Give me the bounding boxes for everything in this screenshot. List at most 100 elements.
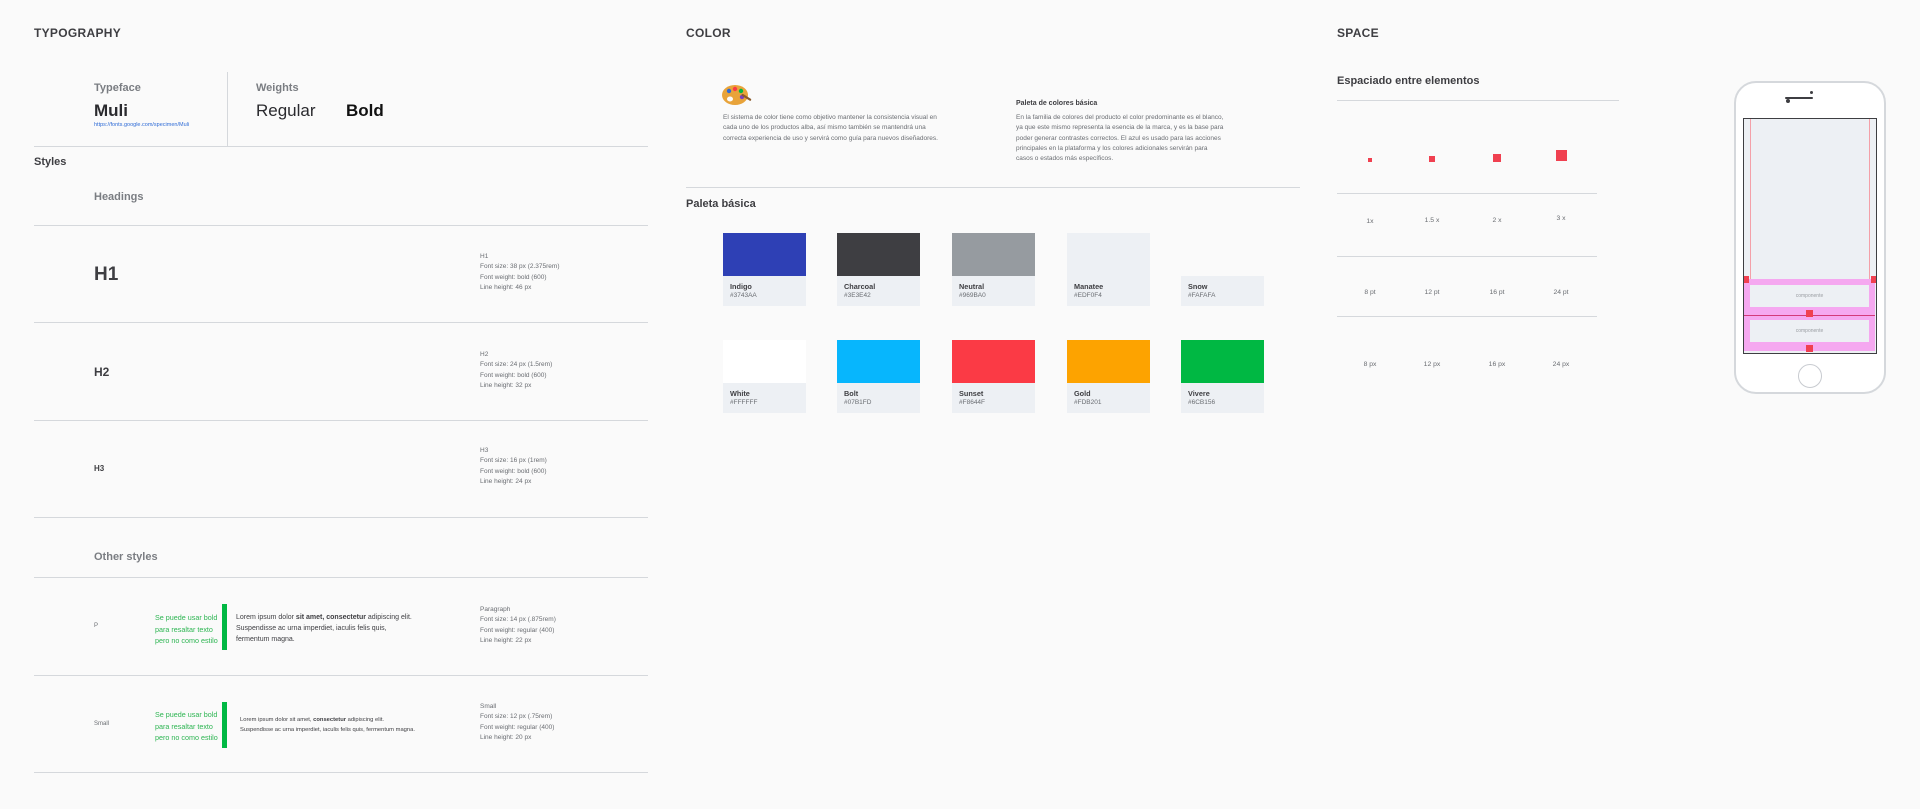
color-swatch-neutral: Neutral #969BA0 [952, 233, 1035, 306]
color-swatch-gold: Gold #FDB201 [1067, 340, 1150, 413]
paragraph-sample: Lorem ipsum dolor sit amet, consectetur … [236, 612, 436, 645]
lorem-text: Lorem ipsum dolor [236, 614, 296, 621]
swatch-name: Vivere [1188, 389, 1210, 398]
space-square-1.5x [1429, 156, 1435, 162]
h1-sample: H1 [94, 264, 119, 285]
color-swatch-charcoal: Charcoal #3E3E42 [837, 233, 920, 306]
weight-regular: Regular [256, 101, 316, 120]
multiplier-label: 3 x [1556, 215, 1566, 222]
paragraph-spec-size: Font size: 14 px (.875rem) [480, 616, 556, 624]
divider [34, 517, 648, 518]
pixels-label: 12 px [1423, 361, 1441, 368]
paragraph-spec-line: Line height: 22 px [480, 636, 532, 644]
note-line: Se puede usar bold [155, 613, 218, 622]
multiplier-label: 2 x [1492, 217, 1502, 224]
h3-spec-size: Font size: 16 px (1rem) [480, 457, 547, 465]
note-line: para resaltar texto [155, 721, 213, 731]
small-spec: Small Font size: 12 px (.75rem) Font wei… [480, 702, 554, 743]
swatch-label: Vivere #6CB156 [1181, 383, 1264, 413]
swatch-chip [1067, 233, 1150, 276]
h1-spec-name: H1 [480, 253, 489, 260]
swatch-name: Sunset [959, 389, 984, 398]
swatch-chip [837, 340, 920, 383]
lorem-bold: sit amet, consectetur [295, 614, 366, 621]
lorem-text: adipiscing elit. [346, 717, 385, 723]
other-styles-label: Other styles [94, 551, 158, 563]
swatch-hex: #6CB156 [1188, 399, 1216, 406]
small-sample: Lorem ipsum dolor sit amet, consectetur … [240, 716, 440, 735]
swatch-hex: #FFFFFF [730, 399, 758, 406]
home-button[interactable] [1798, 364, 1822, 388]
paragraph-spec: Paragraph Font size: 14 px (.875rem) Fon… [480, 605, 556, 646]
small-spec-name: Small [480, 703, 497, 710]
swatch-name: Manatee [1074, 282, 1104, 291]
swatch-label: Indigo #3743AA [723, 276, 806, 306]
divider [34, 322, 648, 323]
typeface-link[interactable]: https://fonts.google.com/specimen/Muli [94, 122, 189, 128]
paragraph-tag: P [94, 623, 99, 629]
h3-spec: H3 Font size: 16 px (1rem) Font weight: … [480, 446, 547, 487]
divider [34, 675, 648, 676]
space-square-2x [1493, 154, 1501, 162]
small-spec-line: Line height: 20 px [480, 733, 532, 741]
multiplier-label: 1.5 x [1424, 217, 1440, 224]
styles-label: Styles [34, 156, 67, 168]
swatch-name: Neutral [959, 282, 985, 291]
swatch-label: Snow #FAFAFA [1181, 276, 1264, 306]
paragraph-spec-weight: Font weight: regular (400) [480, 626, 555, 634]
color-swatch-indigo: Indigo #3743AA [723, 233, 806, 306]
swatch-name: Gold [1074, 389, 1091, 398]
swatch-chip [1181, 340, 1264, 383]
divider [686, 187, 1300, 188]
divider [34, 420, 648, 421]
note-line: Se puede usar bold [155, 710, 218, 719]
small-spec-size: Font size: 12 px (.75rem) [480, 713, 553, 721]
weight-bold: Bold [346, 101, 384, 120]
h2-spec-size: Font size: 24 px (1.5rem) [480, 361, 553, 369]
small-tag: Small [94, 721, 110, 727]
front-camera-icon [1810, 91, 1813, 94]
swatch-hex: #F8644F [959, 399, 986, 406]
swatch-chip [1181, 233, 1264, 276]
phone-screen: componente componente [1743, 118, 1877, 354]
basic-palette-text: En la familia de colores del producto el… [1016, 114, 1224, 163]
swatch-label: Charcoal #3E3E42 [837, 276, 920, 306]
highlight-bar [222, 604, 227, 650]
component-block: componente [1750, 285, 1869, 307]
h2-spec-weight: Font weight: bold (600) [480, 371, 547, 379]
lorem-text: Lorem ipsum dolor sit amet, [240, 717, 314, 723]
h3-spec-line: Line height: 24 px [480, 477, 532, 485]
swatch-chip [952, 233, 1035, 276]
color-swatch-sunset: Sunset #F8644F [952, 340, 1035, 413]
pixels-label: 8 px [1363, 361, 1377, 368]
h2-spec-name: H2 [480, 351, 489, 358]
divider [34, 772, 648, 773]
h2-sample: H2 [94, 365, 110, 379]
swatch-chip [723, 233, 806, 276]
swatch-label: Gold #FDB201 [1067, 383, 1150, 413]
divider [1337, 193, 1597, 194]
swatch-hex: #3743AA [730, 292, 757, 299]
divider [34, 146, 648, 147]
lorem-text: fermentum magna. [236, 636, 295, 643]
divider [1337, 100, 1619, 101]
swatch-label: Bolt #07B1FD [837, 383, 920, 413]
color-swatch-snow: Snow #FAFAFA [1181, 233, 1264, 306]
h3-spec-name: H3 [480, 447, 489, 454]
space-square-1x [1368, 158, 1372, 162]
pixels-label: 16 px [1488, 361, 1506, 368]
color-swatch-white: White #FFFFFF [723, 340, 806, 413]
points-label: 16 pt [1489, 289, 1505, 296]
highlight-bar [222, 702, 227, 748]
sensor-icon [1786, 99, 1790, 103]
note-line: para resaltar texto [155, 624, 213, 634]
small-spec-weight: Font weight: regular (400) [480, 723, 555, 731]
note-line: pero no como estilo [155, 636, 218, 645]
swatch-label: Manatee #EDF0F4 [1067, 276, 1150, 306]
swatch-chip [1067, 340, 1150, 383]
headings-label: Headings [94, 191, 144, 203]
divider [34, 577, 648, 578]
phone-mockup: componente componente [1734, 81, 1886, 394]
swatch-name: Bolt [844, 389, 859, 398]
color-swatch-bolt: Bolt #07B1FD [837, 340, 920, 413]
